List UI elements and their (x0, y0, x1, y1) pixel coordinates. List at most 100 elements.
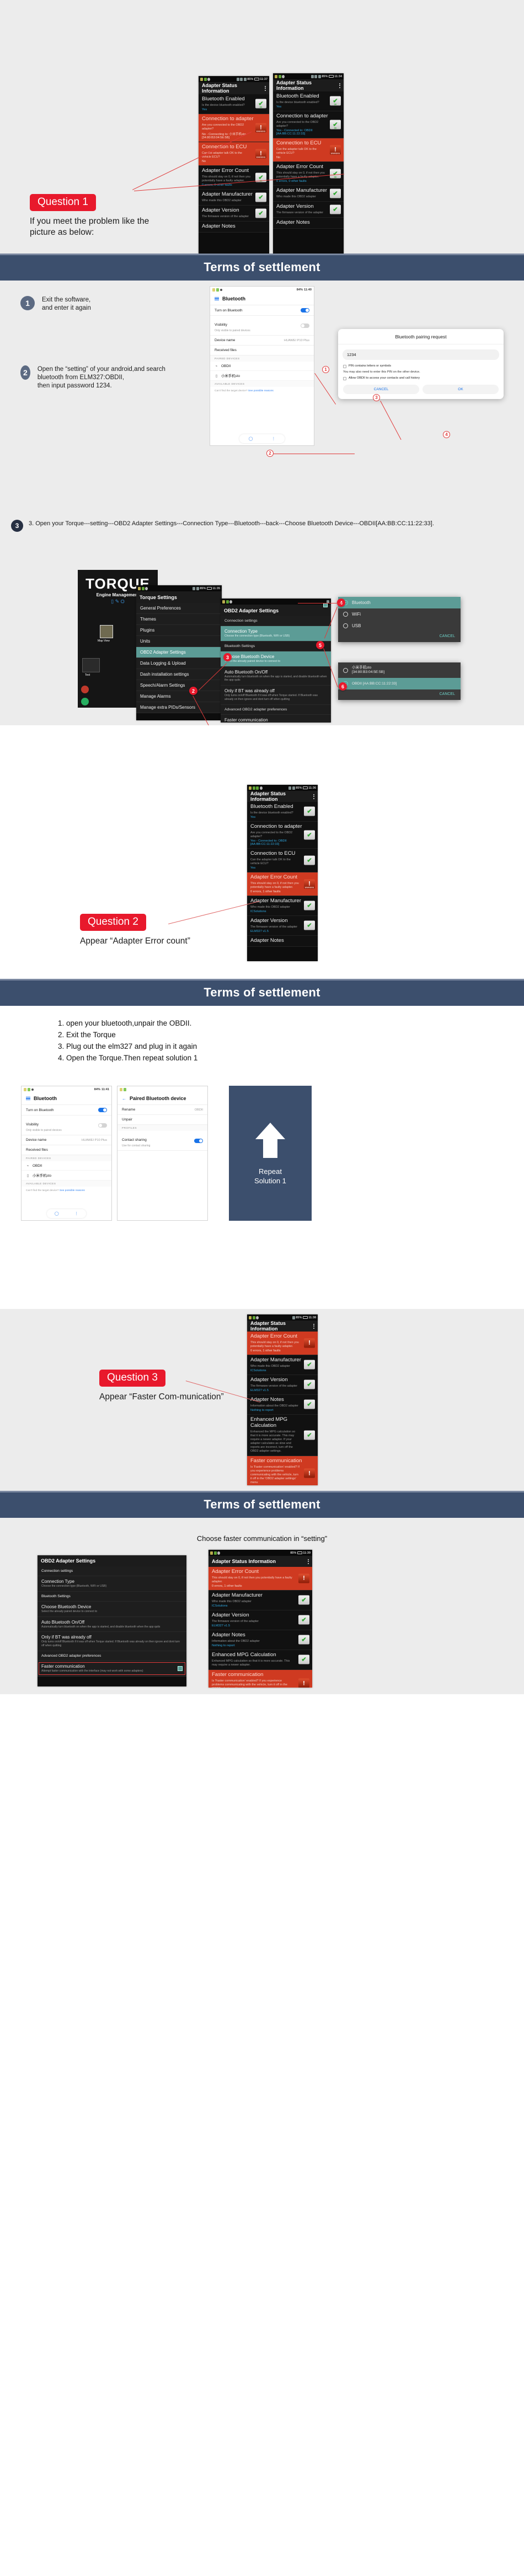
table-row[interactable]: Adapter Notes (247, 935, 318, 947)
bluetooth-toggle[interactable] (301, 308, 309, 312)
cancel-button[interactable]: CANCEL (343, 385, 419, 395)
obd2-item-connection-type[interactable]: Connection Type Choose the connection ty… (221, 626, 331, 642)
table-row[interactable]: Enhanced MPG Calculation Enhanced the MP… (247, 1414, 318, 1456)
checkbox-pin-letters[interactable]: PIN contains letters or symbols (338, 363, 504, 370)
settings-item-themes[interactable]: Themes (136, 614, 222, 625)
option-obdii-device[interactable]: OBDII [AA:BB:CC:11:22:33] (338, 678, 461, 690)
paired-device-obdii[interactable]: ⌁ OBDII (22, 1161, 111, 1171)
table-row[interactable]: Connection to ECU Can the adapter talk O… (247, 848, 318, 872)
settings-item-units[interactable]: Units (136, 636, 222, 647)
table-row[interactable]: Bluetooth Enabled Is the device bluetoot… (273, 91, 344, 111)
table-row[interactable]: Adapter Notes (199, 221, 269, 233)
obd2-item-auto-bluetooth[interactable]: Auto Bluetooth On/Off Automatically turn… (38, 1616, 186, 1632)
hamburger-icon[interactable] (26, 1096, 30, 1101)
obd2-item-only-if-bt-off[interactable]: Only if BT was already off Only turns on… (38, 1632, 186, 1651)
cancel-button[interactable]: CANCEL (338, 689, 461, 700)
table-row[interactable]: Connection to adapter Are you connected … (247, 821, 318, 849)
checkbox-allow-contacts[interactable]: Allow OBDII to access your contacts and … (338, 375, 504, 382)
table-row-adapter-error-count[interactable]: Adapter Error Count This should stay on … (247, 872, 318, 896)
overflow-icon[interactable]: ⋮ (74, 1211, 78, 1216)
setting-row-visibility[interactable]: Visibility Only visible to paired device… (22, 1115, 111, 1135)
setting-row-unpair[interactable]: Unpair (117, 1115, 207, 1125)
option-xiaomi-device[interactable]: 小米手机sto [34:80:B3:04:5E:5B] (338, 662, 461, 678)
table-row[interactable]: Adapter Error Count This should stay on … (208, 1567, 312, 1591)
table-row[interactable]: Bluetooth Enabled Is the device bluetoot… (247, 802, 318, 822)
settings-item-dash-installation[interactable]: Dash installation settings (136, 669, 222, 680)
table-row[interactable]: Adapter Manufacturer Who made this OBD2 … (208, 1590, 312, 1610)
obd2-item-auto-bluetooth[interactable]: Auto Bluetooth On/Off Automatically turn… (221, 666, 331, 686)
bluetooth-toggle[interactable] (98, 1108, 107, 1112)
paired-device-xiaomi[interactable]: ▯ 小米手机sto (22, 1171, 111, 1181)
kebab-menu-icon[interactable] (265, 85, 266, 91)
kebab-menu-icon[interactable] (313, 1323, 314, 1329)
table-row[interactable]: Adapter Manufacturer Who made this OBD2 … (199, 189, 269, 206)
table-row[interactable]: Adapter Notes (273, 217, 344, 229)
table-row[interactable]: Adapter Version The firmware version of … (208, 1610, 312, 1630)
table-row[interactable]: Connection to adapter Are you connected … (273, 111, 344, 138)
option-wifi[interactable]: WiFi (338, 608, 461, 620)
table-row[interactable]: Adapter Error Count This should stay on … (273, 161, 344, 186)
settings-item-speech-alarm[interactable]: Speech/Alarm Settings (136, 680, 222, 691)
table-row[interactable]: Adapter Error Count This should stay on … (199, 165, 269, 190)
table-row[interactable]: Adapter Manufacturer Who made this OBD2 … (247, 1355, 318, 1375)
obd2-item-only-if-bt-off[interactable]: Only if BT was already off Only turns on… (221, 686, 331, 705)
obd2-item-faster-communication[interactable]: Faster communication Attempt faster comm… (221, 603, 331, 723)
search-icon[interactable]: ◯ (249, 436, 253, 441)
pin-input[interactable]: 1234 (343, 349, 499, 360)
obd2-item-connection-type[interactable]: Connection Type Choose the connection ty… (38, 1576, 186, 1592)
ok-button[interactable]: OK (423, 385, 499, 395)
table-row[interactable]: Bluetooth Enabled Is the device bluetoot… (199, 94, 269, 114)
settings-item-manage-alarms[interactable]: Manage Alarms (136, 691, 222, 702)
obd2-item-faster-communication[interactable]: Faster communication Attempt faster comm… (38, 1661, 186, 1677)
visibility-toggle[interactable] (301, 323, 309, 328)
table-row[interactable]: Adapter Manufacturer Who made this OBD2 … (273, 185, 344, 202)
kebab-menu-icon[interactable] (339, 83, 340, 88)
go-button[interactable] (81, 698, 89, 705)
table-row[interactable]: Adapter Version The firmware version of … (247, 1375, 318, 1395)
settings-item-plugins[interactable]: Plugins (136, 625, 222, 636)
hint-link[interactable]: See possible reasons (248, 390, 274, 392)
hamburger-icon[interactable] (215, 297, 219, 301)
setting-row-turn-on-bluetooth[interactable]: Turn on Bluetooth (210, 305, 314, 316)
setting-row-received-files[interactable]: Received files (22, 1145, 111, 1155)
setting-row-visibility[interactable]: Visibility Only visible to paired device… (210, 316, 314, 336)
cancel-button[interactable]: CANCEL (338, 632, 461, 642)
table-row[interactable]: Adapter Notes Information about the OBD2… (247, 1394, 318, 1415)
setting-row-turn-on-bluetooth[interactable]: Turn on Bluetooth (22, 1105, 111, 1115)
table-row[interactable]: Connection to ECU Can the adapter talk O… (199, 142, 269, 166)
search-icon[interactable]: ◯ (55, 1211, 59, 1216)
record-button[interactable] (81, 686, 89, 693)
table-row[interactable]: Adapter Version The firmware version of … (247, 915, 318, 936)
table-row[interactable]: Connection to adapter Are you connected … (199, 114, 269, 142)
settings-item-manage-pids[interactable]: Manage extra PIDs/Sensors (136, 702, 222, 713)
setting-row-device-name[interactable]: Device name HUAWEI P10 Plus (22, 1135, 111, 1145)
contact-sharing-toggle[interactable] (194, 1138, 203, 1143)
table-row-faster-communication[interactable]: Faster communication Is 'Faster communic… (247, 1456, 318, 1485)
setting-row-received-files[interactable]: Received files (210, 346, 314, 355)
test-tile[interactable] (82, 658, 100, 672)
back-arrow-icon[interactable]: ← (122, 1096, 126, 1101)
obd2-item-choose-bluetooth-device[interactable]: Choose Bluetooth Device Select the alrea… (38, 1601, 186, 1617)
kebab-menu-icon[interactable] (313, 794, 314, 799)
table-row-faster-communication[interactable]: Faster communication Is 'Faster communic… (208, 1669, 312, 1688)
table-row[interactable]: Adapter Error Count This should stay on … (247, 1332, 318, 1355)
table-row[interactable]: Enhanced MPG Calculation Enhanced MPG ca… (208, 1650, 312, 1670)
option-usb[interactable]: USB (338, 620, 461, 632)
setting-row-device-name[interactable]: Device name HUAWEI P10 Plus (210, 336, 314, 346)
visibility-toggle[interactable] (98, 1123, 107, 1128)
checkbox-icon[interactable] (323, 603, 328, 607)
option-bluetooth[interactable]: Bluetooth (338, 597, 461, 608)
settings-item-obd2-adapter-settings[interactable]: OBD2 Adapter Settings (136, 647, 222, 658)
settings-item-general-preferences[interactable]: General Preferences (136, 603, 222, 614)
setting-row-rename[interactable]: Rename OBDII (117, 1105, 207, 1115)
settings-item-data-logging[interactable]: Data Logging & Upload (136, 658, 222, 669)
table-row[interactable]: Adapter Version The firmware version of … (199, 205, 269, 222)
setting-row-contact-sharing[interactable]: Contact sharing Use for contact sharing (117, 1131, 207, 1151)
kebab-menu-icon[interactable] (308, 1559, 309, 1564)
hint-link[interactable]: See possible reasons (60, 1189, 85, 1192)
obd2-item-choose-bluetooth-device[interactable]: Choose Bluetooth Device Select the alrea… (221, 651, 331, 667)
table-row[interactable]: Adapter Version The firmware version of … (273, 201, 344, 218)
paired-device-xiaomi[interactable]: ▯ 小米手机sto (210, 371, 314, 381)
map-view-tile[interactable] (100, 625, 113, 638)
table-row[interactable]: Adapter Notes Information about the OBD2… (208, 1630, 312, 1650)
